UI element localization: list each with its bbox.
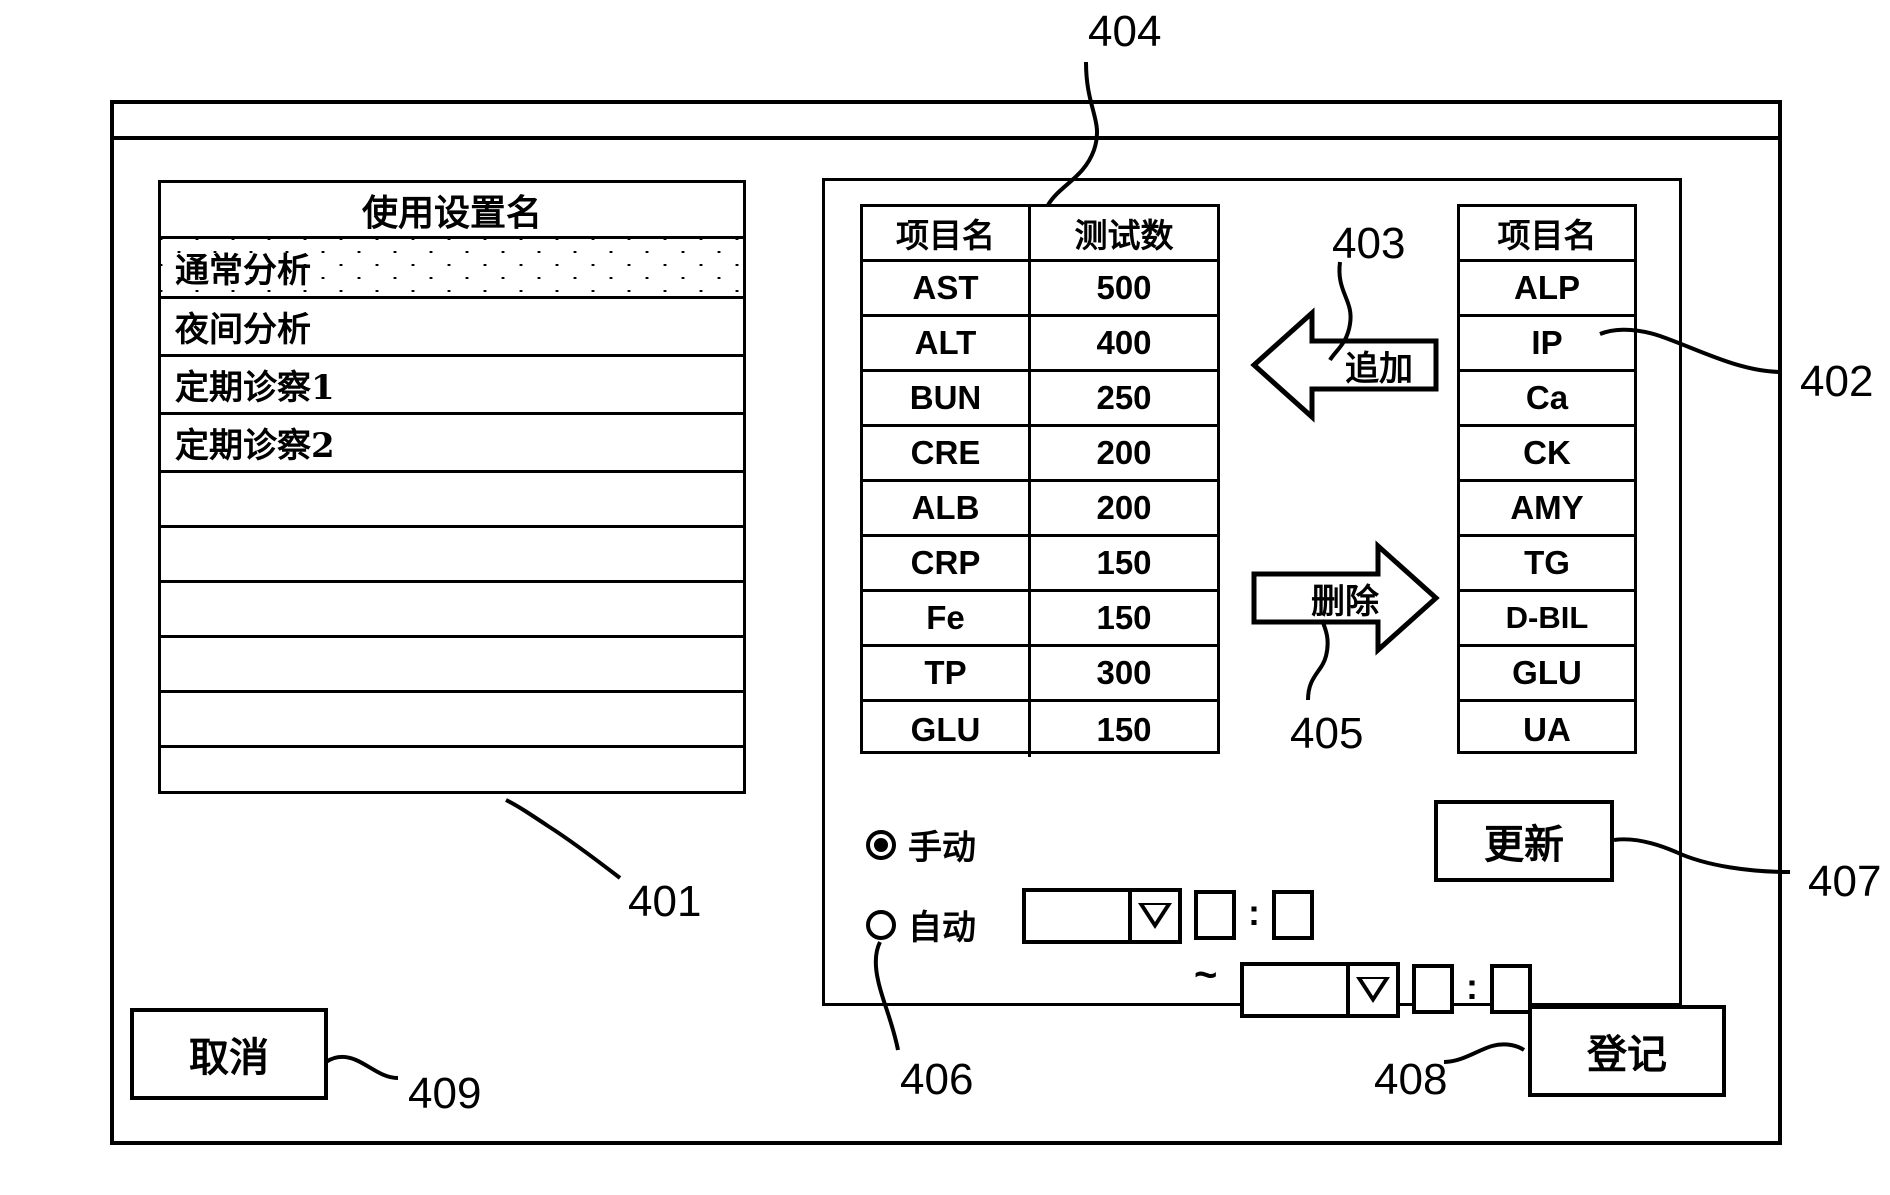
- reference-numeral-401: 401: [628, 877, 702, 926]
- reference-numeral-402: 402: [1800, 357, 1874, 406]
- reference-numeral-408: 408: [1374, 1055, 1448, 1104]
- reference-numeral-404: 404: [1088, 7, 1162, 56]
- reference-numeral-403: 403: [1332, 219, 1406, 268]
- patent-figure: 使用设置名 通常分析 夜间分析 定期诊察1 定期诊察2 项目名 测试数 AST …: [0, 0, 1890, 1195]
- reference-numeral-409: 409: [408, 1069, 482, 1118]
- reference-numeral-406: 406: [900, 1055, 974, 1104]
- reference-numeral-405: 405: [1290, 709, 1364, 758]
- reference-numeral-407: 407: [1808, 857, 1882, 906]
- leader-lines: [324, 61, 1791, 1080]
